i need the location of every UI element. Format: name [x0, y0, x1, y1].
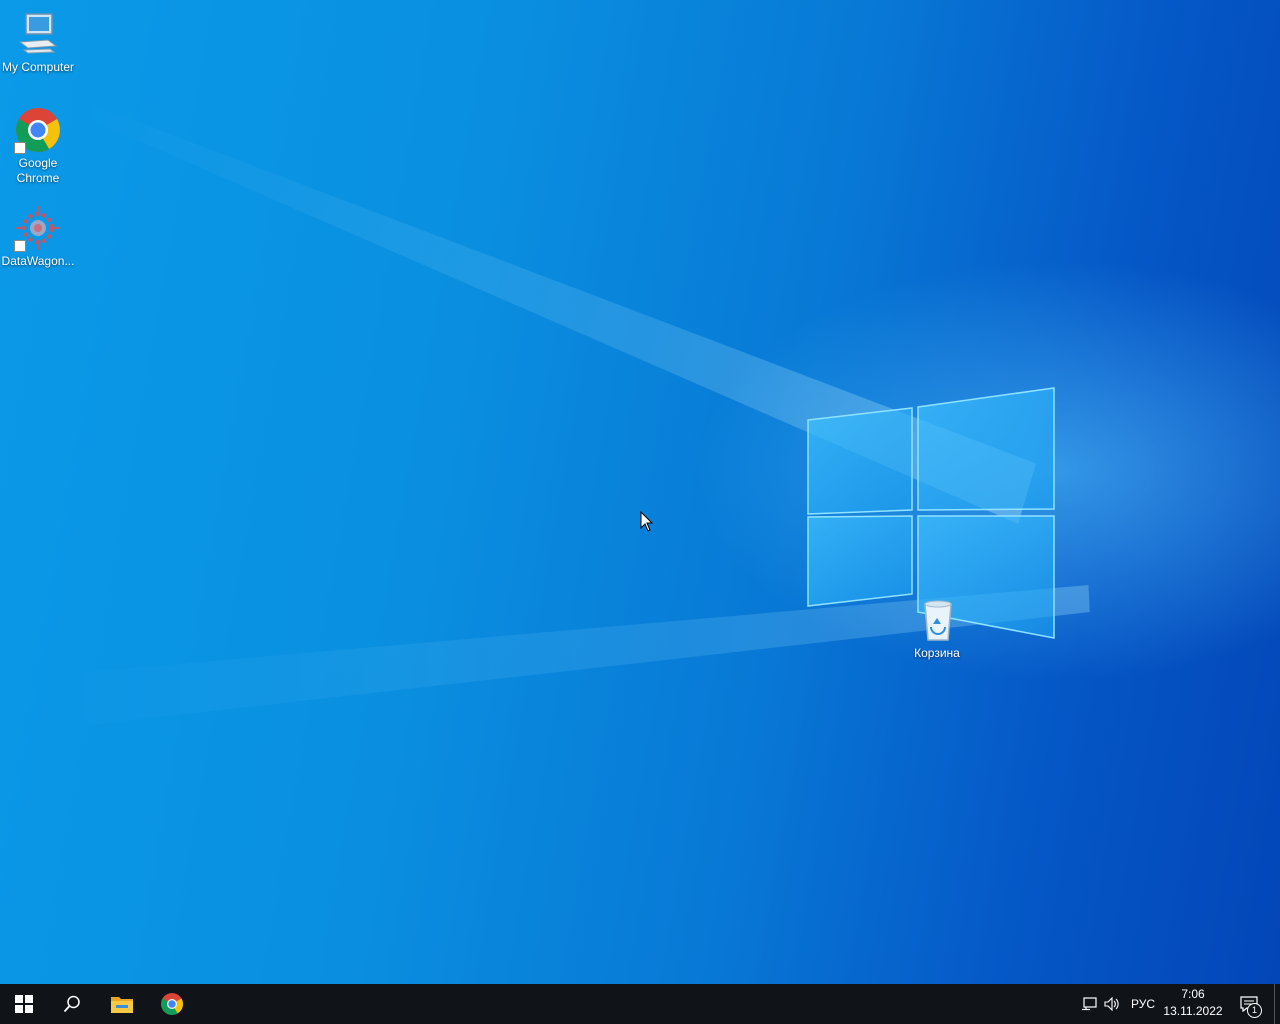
file-explorer-button[interactable]	[98, 984, 146, 1024]
desktop-icon-recycle-bin[interactable]: Корзина	[899, 596, 975, 661]
chrome-icon	[14, 106, 62, 154]
shortcut-arrow-icon	[14, 240, 26, 252]
desktop-icon-datawagon[interactable]: DataWagon...	[0, 204, 76, 269]
desktop-icon-label: Google Chrome	[16, 156, 60, 185]
show-desktop-button[interactable]	[1274, 984, 1280, 1024]
chrome-taskbar-button[interactable]	[148, 984, 196, 1024]
desktop-icon-label: Корзина	[914, 646, 960, 660]
search-icon	[63, 995, 80, 1013]
computer-icon	[14, 10, 62, 58]
clock-date: 13.11.2022	[1163, 1004, 1223, 1018]
chrome-icon	[161, 993, 183, 1015]
datawagon-icon	[14, 204, 62, 252]
clock[interactable]: 7:06 13.11.2022	[1160, 986, 1226, 1022]
shortcut-arrow-icon	[14, 142, 26, 154]
desktop-icon-google-chrome[interactable]: Google Chrome	[0, 106, 76, 186]
volume-tray-button[interactable]	[1101, 984, 1123, 1024]
notification-count-badge: 1	[1247, 1003, 1262, 1018]
windows-start-icon	[15, 995, 33, 1013]
desktop-icon-label: DataWagon...	[1, 254, 75, 268]
mouse-cursor-icon	[640, 511, 654, 532]
start-button[interactable]	[0, 984, 48, 1024]
search-button[interactable]	[48, 984, 96, 1024]
volume-icon	[1104, 997, 1119, 1011]
desktop-icon-label: My Computer	[1, 60, 75, 74]
desktop-icon-my-computer[interactable]: My Computer	[0, 10, 76, 75]
clock-time: 7:06	[1181, 987, 1205, 1001]
taskbar: РУС 7:06 13.11.2022 1	[0, 984, 1280, 1024]
recycle-bin-icon	[913, 596, 961, 644]
file-explorer-icon	[111, 997, 133, 1013]
language-indicator[interactable]: РУС	[1126, 984, 1160, 1024]
network-tray-button[interactable]	[1078, 984, 1100, 1024]
desktop-wallpaper: My Computer Google Chrome DataWagon... К…	[0, 0, 1280, 984]
notifications-button[interactable]: 1	[1234, 984, 1264, 1024]
network-icon	[1082, 997, 1097, 1011]
